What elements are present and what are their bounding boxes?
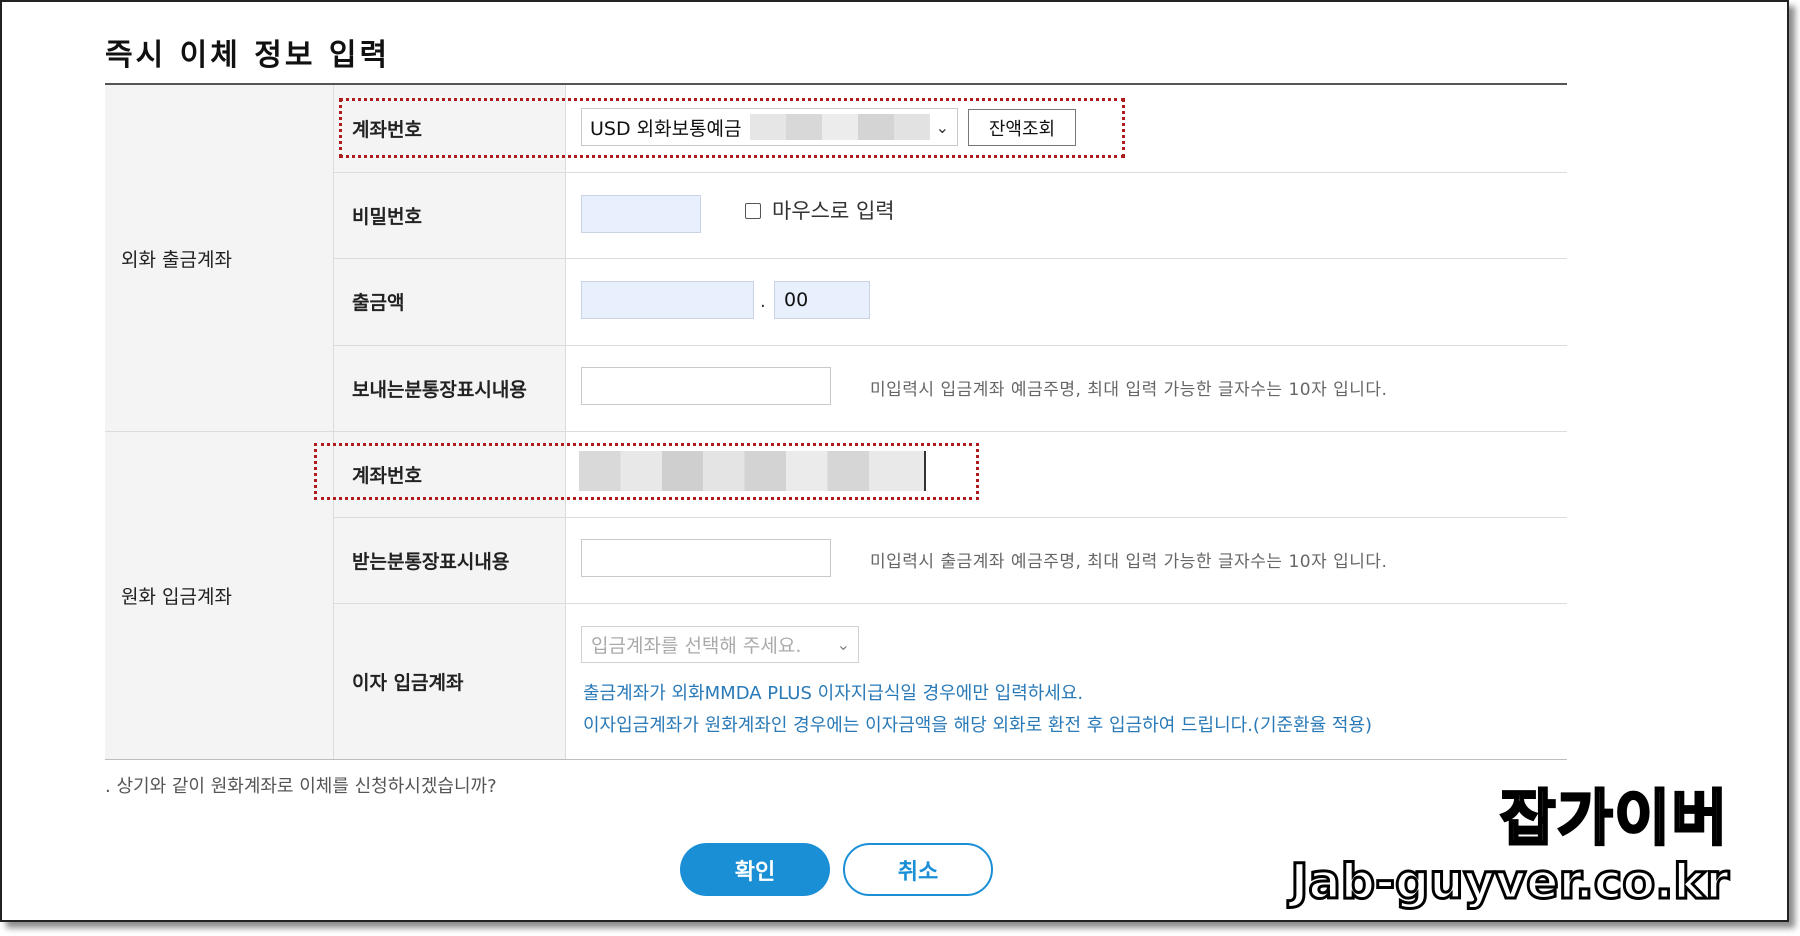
row-label-receiver-memo: 받는분통장표시내용: [333, 517, 566, 603]
amount-decimal-value: 00: [784, 289, 809, 311]
row-divider: [333, 258, 1567, 259]
label-sender-memo: 보내는분통장표시내용: [352, 378, 527, 401]
page-frame: 즉시 이체 정보 입력 외화 출금계좌 계좌번호 비밀번호 출금액 보내는분통장…: [0, 0, 1789, 922]
mouse-input-checkbox[interactable]: [745, 203, 761, 219]
row-divider: [333, 603, 1567, 604]
interest-account-select[interactable]: 입금계좌를 선택해 주세요. ⌄: [581, 626, 859, 663]
mouse-input-label: 마우스로 입력: [772, 199, 895, 223]
highlight-box-withdraw-account: [339, 98, 1125, 158]
watermark-domain: Jab-guyver.co.kr: [1289, 853, 1731, 912]
confirm-button[interactable]: 확인: [680, 843, 830, 896]
label-interest-account: 이자 입금계좌: [352, 671, 464, 694]
table-bottom-border: [105, 759, 1567, 760]
watermark-korean: 잡가이버: [1499, 783, 1729, 856]
cancel-button[interactable]: 취소: [843, 843, 993, 896]
row-divider: [333, 517, 1567, 518]
row-label-amount: 출금액: [333, 258, 566, 345]
row-divider: [333, 345, 1567, 346]
label-password: 비밀번호: [352, 205, 422, 228]
section-label: 외화 출금계좌: [121, 248, 232, 271]
section-label: 원화 입금계좌: [121, 585, 232, 608]
amount-separator: .: [760, 291, 766, 312]
amount-integer-input[interactable]: [581, 281, 754, 319]
interest-note-2: 이자입금계좌가 원화계좌인 경우에는 이자금액을 해당 외화로 환전 후 입금하…: [583, 715, 1373, 736]
confirm-question: . 상기와 같이 원화계좌로 이체를 신청하시겠습니까?: [105, 772, 497, 798]
chevron-down-icon: ⌄: [836, 635, 850, 654]
row-label-sender-memo: 보내는분통장표시내용: [333, 345, 566, 431]
interest-note-1: 출금계좌가 외화MMDA PLUS 이자지급식일 경우에만 입력하세요.: [583, 683, 1084, 704]
sender-memo-hint: 미입력시 입금계좌 예금주명, 최대 입력 가능한 글자수는 10자 입니다.: [870, 380, 1388, 400]
sender-memo-input[interactable]: [581, 367, 831, 405]
section-foreign-withdrawal: 외화 출금계좌: [105, 85, 333, 431]
label-receiver-memo: 받는분통장표시내용: [352, 550, 510, 573]
receiver-memo-hint: 미입력시 출금계좌 예금주명, 최대 입력 가능한 글자수는 10자 입니다.: [870, 552, 1388, 572]
interest-select-placeholder: 입금계좌를 선택해 주세요.: [591, 635, 802, 657]
row-label-password: 비밀번호: [333, 172, 566, 258]
row-divider: [333, 172, 1567, 173]
amount-decimal-input[interactable]: 00: [774, 281, 870, 319]
section-won-deposit: 원화 입금계좌: [105, 431, 333, 759]
section-divider: [105, 431, 1567, 432]
page-title: 즉시 이체 정보 입력: [105, 38, 391, 73]
confirm-question-text: 상기와 같이 원화계좌로 이체를 신청하시겠습니까?: [116, 776, 497, 797]
receiver-memo-input[interactable]: [581, 539, 831, 577]
label-withdraw-amount: 출금액: [352, 292, 405, 314]
bullet-dot: .: [105, 776, 117, 797]
row-label-interest-account: 이자 입금계좌: [333, 603, 566, 759]
password-input[interactable]: [581, 195, 701, 233]
highlight-box-deposit-account: [314, 443, 979, 500]
